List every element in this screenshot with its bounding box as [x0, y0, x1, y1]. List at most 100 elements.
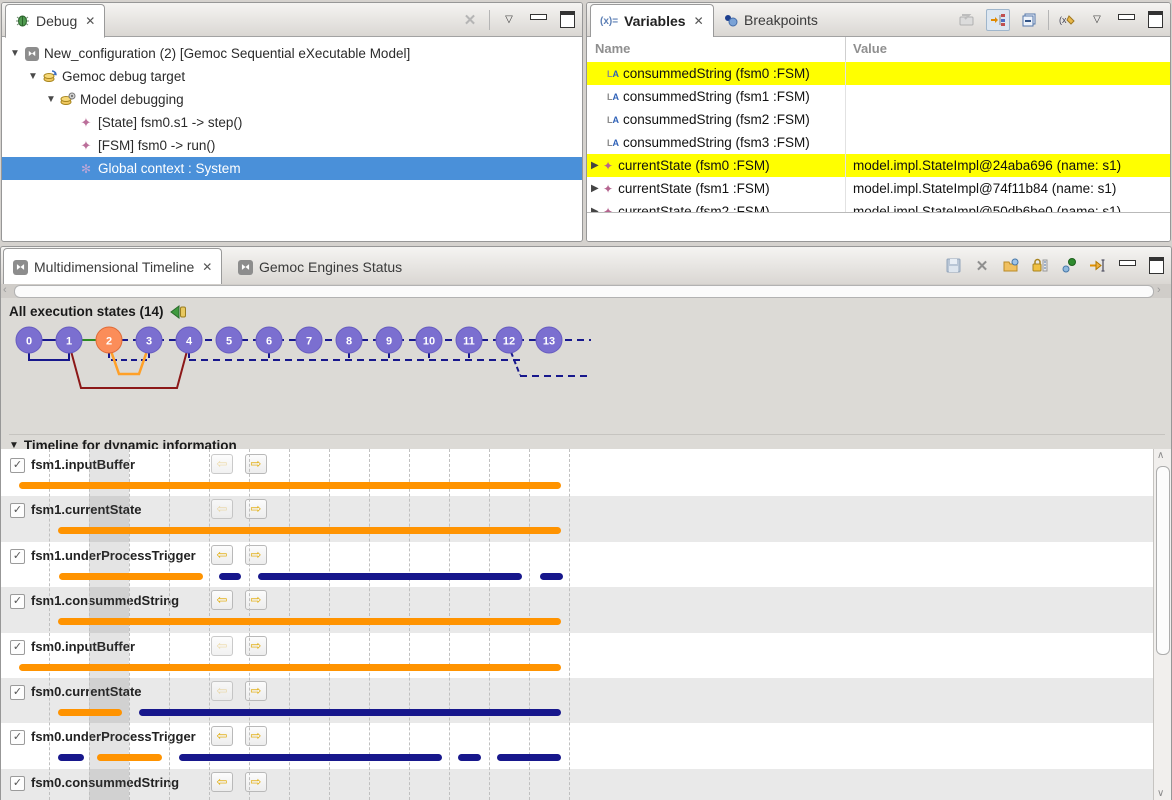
load-trace-icon[interactable] [1001, 257, 1021, 275]
step-left-button[interactable]: ⇦ [211, 590, 233, 610]
step-right-button[interactable]: ⇨ [245, 636, 267, 656]
debug-tree-row[interactable]: ✦[State] fsm0.s1 -> step() [2, 111, 582, 134]
expander-icon[interactable]: ▼ [28, 71, 38, 82]
remove-terminated-icon[interactable]: ✕ [460, 11, 480, 29]
step-left-button[interactable]: ⇦ [211, 545, 233, 565]
column-divider[interactable] [845, 37, 846, 60]
value-bar-navy[interactable] [58, 754, 84, 761]
step-right-button[interactable]: ⇨ [245, 545, 267, 565]
view-menu-icon[interactable]: ▽ [1087, 11, 1107, 29]
tab-variables[interactable]: (x)= Variables ✕ [590, 4, 714, 38]
variables-detail-pane[interactable] [587, 213, 1170, 241]
save-icon[interactable] [943, 257, 963, 275]
show-logical-structure-icon[interactable] [986, 9, 1010, 31]
state-node[interactable]: 0 [16, 327, 42, 353]
maximize-icon[interactable] [1145, 11, 1165, 29]
variable-row[interactable]: ▶✦currentState (fsm0 :FSM) model.impl.St… [587, 154, 1170, 177]
column-name[interactable]: Name [595, 41, 630, 56]
track-checkbox[interactable]: ✓ [10, 730, 25, 745]
collapse-all-icon[interactable] [1019, 11, 1039, 29]
maximize-icon[interactable] [1146, 257, 1166, 275]
debug-tree-row[interactable]: ▼Gemoc debug target [2, 65, 582, 88]
step-left-button[interactable]: ⇦ [211, 636, 233, 656]
step-right-button[interactable]: ⇨ [245, 454, 267, 474]
variable-row[interactable]: LAconsummedString (fsm3 :FSM) [587, 131, 1170, 154]
value-bar-navy[interactable] [219, 573, 241, 580]
goto-state-icon[interactable] [1088, 257, 1108, 275]
value-bar-orange[interactable] [97, 754, 162, 761]
track-checkbox[interactable]: ✓ [10, 549, 25, 564]
vertical-scrollbar[interactable]: ∧ ∨ [1153, 449, 1171, 800]
expander-icon[interactable]: ▼ [46, 94, 56, 105]
debug-tree-row[interactable]: ✻Global context : System [2, 157, 582, 180]
state-node[interactable]: 10 [416, 327, 442, 353]
value-bar-orange[interactable] [58, 618, 561, 625]
step-left-button[interactable]: ⇦ [211, 681, 233, 701]
step-left-button[interactable]: ⇦ [211, 499, 233, 519]
execution-states-graph[interactable]: 012345678910111213 [1, 320, 601, 404]
maximize-icon[interactable] [557, 11, 577, 29]
lock-icon[interactable] [1030, 257, 1050, 275]
track-checkbox[interactable]: ✓ [10, 503, 25, 518]
variable-row[interactable]: LAconsummedString (fsm1 :FSM) [587, 85, 1170, 108]
state-node[interactable]: 1 [56, 327, 82, 353]
state-node[interactable]: 6 [256, 327, 282, 353]
tab-multidimensional-timeline[interactable]: Multidimensional Timeline ✕ [3, 248, 222, 286]
value-bar-navy[interactable] [540, 573, 563, 580]
track-checkbox[interactable]: ✓ [10, 458, 25, 473]
state-node[interactable]: 12 [496, 327, 522, 353]
scroll-down-icon[interactable]: ∨ [1157, 788, 1164, 799]
state-node[interactable]: 9 [376, 327, 402, 353]
debug-tree-row[interactable]: ▼New_configuration (2) [Gemoc Sequential… [2, 42, 582, 65]
state-node[interactable]: 3 [136, 327, 162, 353]
value-bar-orange[interactable] [58, 527, 561, 534]
tab-debug[interactable]: Debug ✕ [5, 4, 105, 38]
step-back-icon[interactable] [170, 305, 188, 319]
step-right-button[interactable]: ⇨ [245, 772, 267, 792]
column-value[interactable]: Value [853, 41, 887, 56]
tab-close-icon[interactable]: ✕ [694, 14, 704, 28]
variable-row[interactable]: ▶✦currentState (fsm2 :FSM) model.impl.St… [587, 200, 1170, 212]
minimize-icon[interactable] [1117, 257, 1137, 275]
variable-row[interactable]: ▶✦currentState (fsm1 :FSM) model.impl.St… [587, 177, 1170, 200]
step-right-button[interactable]: ⇨ [245, 590, 267, 610]
track-checkbox[interactable]: ✓ [10, 594, 25, 609]
value-bar-navy[interactable] [458, 754, 481, 761]
step-left-button[interactable]: ⇦ [211, 454, 233, 474]
debug-tree-row[interactable]: ▼Model debugging [2, 88, 582, 111]
engine-state-icon[interactable] [1059, 257, 1079, 275]
debug-tree-row[interactable]: ✦[FSM] fsm0 -> run() [2, 134, 582, 157]
scroll-left-icon[interactable]: ‹ [3, 284, 7, 296]
expander-icon[interactable]: ▶ [591, 160, 603, 171]
minimize-icon[interactable] [528, 11, 548, 29]
track-checkbox[interactable]: ✓ [10, 776, 25, 791]
step-left-button[interactable]: ⇦ [211, 726, 233, 746]
minimize-icon[interactable] [1116, 11, 1136, 29]
state-node[interactable]: 8 [336, 327, 362, 353]
step-right-button[interactable]: ⇨ [245, 499, 267, 519]
watch-expression-icon[interactable]: (x [1058, 11, 1078, 29]
track-checkbox[interactable]: ✓ [10, 640, 25, 655]
horizontal-scrollbar-thumb[interactable] [14, 285, 1154, 298]
step-left-button[interactable]: ⇦ [211, 772, 233, 792]
variable-row[interactable]: LAconsummedString (fsm0 :FSM) [587, 62, 1170, 85]
scroll-up-icon[interactable]: ∧ [1157, 450, 1164, 461]
tab-gemoc-engines-status[interactable]: Gemoc Engines Status [229, 249, 411, 285]
step-right-button[interactable]: ⇨ [245, 681, 267, 701]
tab-breakpoints[interactable]: Breakpoints [715, 5, 827, 35]
tab-close-icon[interactable]: ✕ [202, 260, 212, 274]
track-checkbox[interactable]: ✓ [10, 685, 25, 700]
state-node[interactable]: 13 [536, 327, 562, 353]
vertical-scrollbar-thumb[interactable] [1156, 466, 1170, 655]
state-node[interactable]: 4 [176, 327, 202, 353]
step-right-button[interactable]: ⇨ [245, 726, 267, 746]
value-bar-orange[interactable] [59, 573, 203, 580]
value-bar-orange[interactable] [19, 664, 561, 671]
state-node[interactable]: 5 [216, 327, 242, 353]
show-type-names-icon[interactable] [957, 11, 977, 29]
value-bar-navy[interactable] [258, 573, 522, 580]
delete-icon[interactable]: ✕ [972, 257, 992, 275]
value-bar-navy[interactable] [179, 754, 442, 761]
value-bar-navy[interactable] [497, 754, 561, 761]
state-node[interactable]: 2 [96, 327, 122, 353]
